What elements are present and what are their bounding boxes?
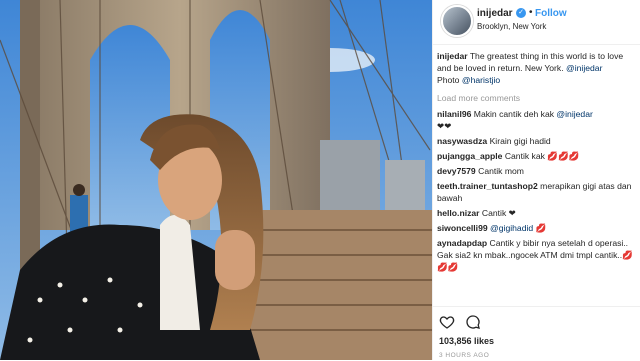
photo-credit-label: Photo — [437, 75, 460, 85]
post-header: inijedar ✓ • Follow Brooklyn, New York — [433, 0, 640, 45]
caption-mention[interactable]: @inijedar — [566, 63, 602, 73]
comment-row: aynadapdap Cantik y bibir nya setelah d … — [437, 237, 637, 273]
heart-icon[interactable] — [439, 314, 455, 330]
load-more-comments-link[interactable]: Load more comments — [437, 92, 637, 104]
comment-row: hello.nizar Cantik ❤ — [437, 207, 637, 219]
comment-text: Makin cantik deh kak — [473, 109, 555, 119]
comment-mention[interactable]: @gigihadid — [490, 223, 533, 233]
instagram-post: inijedar ✓ • Follow Brooklyn, New York i… — [0, 0, 640, 360]
comment-icon[interactable] — [465, 314, 481, 330]
photo-credit-mention[interactable]: @haristjio — [462, 75, 500, 85]
comments-section: inijedar The greatest thing in this worl… — [437, 50, 637, 276]
post-side-panel: inijedar ✓ • Follow Brooklyn, New York i… — [432, 0, 640, 360]
comment-text: Cantik kak 💋💋💋 — [504, 151, 580, 161]
caption: inijedar The greatest thing in this worl… — [437, 50, 637, 86]
comment-suffix: ❤❤ — [437, 121, 452, 131]
comment-text: Cantik mom — [478, 166, 524, 176]
comment-row: devy7579 Cantik mom — [437, 165, 637, 177]
comment-row: siwoncelli99 @gigihadid 💋 — [437, 222, 637, 234]
comment-username[interactable]: devy7579 — [437, 166, 476, 176]
post-photo[interactable] — [0, 0, 432, 360]
avatar[interactable] — [441, 5, 473, 37]
comment-username[interactable]: aynadapdap — [437, 238, 487, 248]
post-actions: 103,856 likes 3 HOURS AGO — [433, 306, 640, 361]
comment-row: teeth.trainer_tuntashop2 merapikan gigi … — [437, 180, 637, 204]
comment-username[interactable]: hello.nizar — [437, 208, 480, 218]
comment-row: nasywasdza Kirain gigi hadid — [437, 135, 637, 147]
comment-username[interactable]: teeth.trainer_tuntashop2 — [437, 181, 538, 191]
comment-username[interactable]: nilanil96 — [437, 109, 471, 119]
comment-mention[interactable]: @inijedar — [556, 109, 592, 119]
comment-text: Kirain gigi hadid — [489, 136, 551, 146]
verified-check-icon: ✓ — [516, 8, 526, 18]
comment-text: Cantik ❤ — [481, 208, 516, 218]
comment-row: pujangga_apple Cantik kak 💋💋💋 — [437, 150, 637, 162]
post-timestamp: 3 HOURS AGO — [439, 352, 490, 359]
separator-dot: • — [529, 7, 533, 18]
location-link[interactable]: Brooklyn, New York — [477, 22, 546, 31]
comment-username[interactable]: pujangga_apple — [437, 151, 502, 161]
photo-scene — [0, 0, 432, 360]
comment-suffix: 💋 — [535, 223, 547, 233]
likes-count[interactable]: 103,856 likes — [439, 336, 494, 346]
caption-username[interactable]: inijedar — [437, 51, 468, 61]
follow-button[interactable]: Follow — [535, 8, 567, 19]
comment-row: nilanil96 Makin cantik deh kak @inijedar… — [437, 108, 637, 132]
comment-username[interactable]: nasywasdza — [437, 136, 487, 146]
header-username[interactable]: inijedar — [477, 8, 513, 19]
comment-username[interactable]: siwoncelli99 — [437, 223, 488, 233]
